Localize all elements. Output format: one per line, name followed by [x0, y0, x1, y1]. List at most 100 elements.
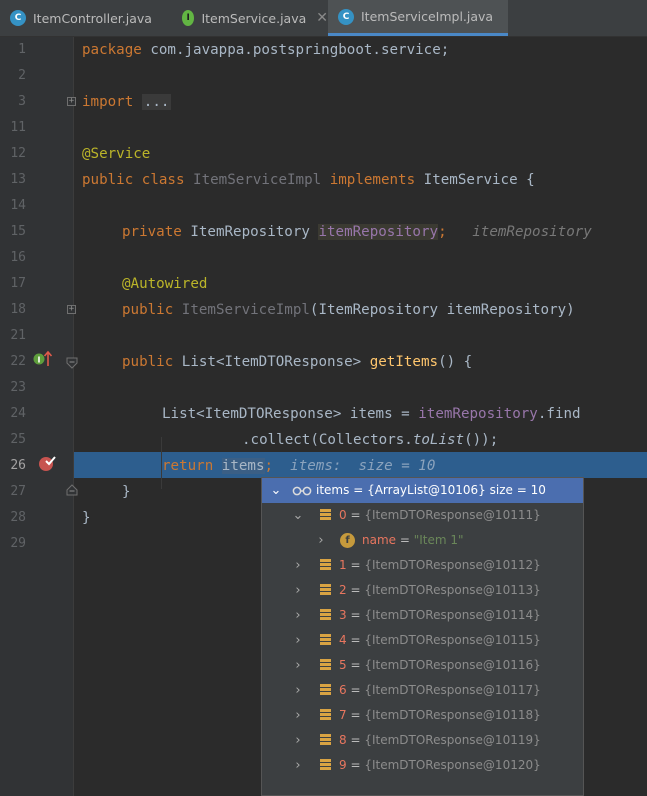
- chevron-right-icon[interactable]: ›: [292, 703, 304, 728]
- close-icon[interactable]: ✕: [316, 10, 328, 26]
- element-value: {ItemDTOResponse@10114}: [364, 608, 541, 622]
- code-line-17: @Autowired: [122, 271, 207, 297]
- chevron-right-icon[interactable]: ›: [292, 678, 304, 703]
- chevron-right-icon[interactable]: ›: [292, 578, 304, 603]
- closing-parens: ());: [464, 432, 499, 448]
- element-index: 1: [339, 558, 347, 572]
- element-value: {ItemDTOResponse@10111}: [364, 508, 541, 522]
- element-value: {ItemDTOResponse@10117}: [364, 683, 541, 697]
- array-element-icon: [320, 509, 331, 522]
- debugger-value-popup[interactable]: ⌄ items = {ArrayList@10106} size = 10 ⌄ …: [261, 477, 584, 796]
- line-number-current: 26: [10, 458, 26, 473]
- code-line-26: return items; items: size = 10: [162, 453, 435, 479]
- tree-node[interactable]: › 8 = {ItemDTOResponse@10119}: [262, 728, 583, 753]
- line-number: 15: [10, 224, 26, 239]
- element-index: 3: [339, 608, 347, 622]
- keyword: private: [122, 224, 191, 240]
- line-number: 14: [10, 198, 26, 213]
- line-number: 21: [10, 328, 26, 343]
- variable-name: items: [316, 483, 350, 497]
- line-number: 3: [18, 94, 26, 109]
- method-params: () {: [438, 354, 473, 370]
- code-line-22: public List<ItemDTOResponse> getItems() …: [122, 349, 472, 375]
- field-name: itemRepository: [318, 224, 439, 240]
- line-number: 12: [10, 146, 26, 161]
- code-line-25: .collect(Collectors.toList());: [242, 427, 498, 453]
- chevron-right-icon[interactable]: ›: [292, 653, 304, 678]
- keyword: return: [162, 458, 222, 474]
- line-number: 1: [18, 42, 26, 57]
- tree-node[interactable]: › 7 = {ItemDTOResponse@10118}: [262, 703, 583, 728]
- closing-brace: }: [82, 510, 91, 526]
- array-element-icon: [320, 559, 331, 572]
- chevron-down-icon[interactable]: ⌄: [292, 503, 304, 528]
- element-value: {ItemDTOResponse@10112}: [364, 558, 541, 572]
- method-call: .find: [537, 406, 581, 422]
- keyword: public: [122, 302, 182, 318]
- variable-name: items: [349, 406, 393, 422]
- tree-node[interactable]: › 3 = {ItemDTOResponse@10114}: [262, 603, 583, 628]
- inline-value-hint: items: size = 10: [290, 458, 436, 474]
- return-type: List<ItemDTOResponse>: [181, 354, 370, 370]
- code-line-13: public class ItemServiceImpl implements …: [82, 167, 535, 193]
- tree-node[interactable]: › 9 = {ItemDTOResponse@10120}: [262, 753, 583, 778]
- variable-name: items: [221, 458, 265, 474]
- line-number: 17: [10, 276, 26, 291]
- chevron-right-icon[interactable]: ›: [292, 728, 304, 753]
- breakpoint-icon[interactable]: [37, 453, 57, 473]
- chevron-right-icon[interactable]: ›: [315, 528, 327, 553]
- class-name: ItemServiceImpl: [193, 172, 322, 188]
- element-value: {ItemDTOResponse@10115}: [364, 633, 541, 647]
- tree-node[interactable]: › 2 = {ItemDTOResponse@10113}: [262, 578, 583, 603]
- line-number: 18: [10, 302, 26, 317]
- chevron-down-icon[interactable]: ⌄: [270, 478, 282, 503]
- array-element-icon: [320, 634, 331, 647]
- element-index: 5: [339, 658, 347, 672]
- interface-name: ItemService {: [423, 172, 535, 188]
- constructor-name: ItemServiceImpl: [181, 302, 310, 318]
- code-line-15: private ItemRepository itemRepository; i…: [122, 219, 592, 245]
- editor-tab-bar: C ItemController.java I ItemService.java…: [0, 0, 647, 37]
- svg-text:I: I: [38, 356, 41, 365]
- element-value: {ItemDTOResponse@10120}: [364, 758, 541, 772]
- element-value: {ItemDTOResponse@10113}: [364, 583, 541, 597]
- tab-item-controller[interactable]: C ItemController.java: [0, 0, 172, 36]
- type-name: List<ItemDTOResponse>: [162, 406, 350, 422]
- tree-field-row[interactable]: › f name = "Item 1": [262, 528, 583, 553]
- code-line-24: List<ItemDTOResponse> items = itemReposi…: [162, 401, 581, 427]
- folded-imports[interactable]: ...: [141, 94, 172, 110]
- operator: =: [392, 406, 419, 422]
- element-index: 2: [339, 583, 347, 597]
- line-number: 27: [10, 484, 26, 499]
- keyword: public: [122, 354, 182, 370]
- chevron-right-icon[interactable]: ›: [292, 603, 304, 628]
- code-line-27: }: [122, 479, 131, 505]
- tree-node[interactable]: › 6 = {ItemDTOResponse@10117}: [262, 678, 583, 703]
- tree-node[interactable]: › 1 = {ItemDTOResponse@10112}: [262, 553, 583, 578]
- element-value: {ItemDTOResponse@10116}: [364, 658, 541, 672]
- tab-label: ItemService.java: [201, 10, 307, 26]
- chevron-right-icon[interactable]: ›: [292, 628, 304, 653]
- line-number: 2: [18, 68, 26, 83]
- constructor-params: (ItemRepository itemRepository): [309, 302, 575, 318]
- tab-item-service[interactable]: I ItemService.java ✕: [172, 0, 328, 36]
- tab-item-service-impl[interactable]: C ItemServiceImpl.java: [328, 0, 508, 36]
- line-number: 16: [10, 250, 26, 265]
- chevron-right-icon[interactable]: ›: [292, 753, 304, 778]
- implements-method-icon[interactable]: I: [33, 350, 53, 368]
- line-number: 11: [10, 120, 26, 135]
- tree-node[interactable]: › 5 = {ItemDTOResponse@10116}: [262, 653, 583, 678]
- tree-root-items[interactable]: ⌄ items = {ArrayList@10106} size = 10: [262, 478, 583, 503]
- editor-gutter: 1 2 3 11 12 13 14 15 16 17 18 21 22 23 2…: [0, 37, 78, 796]
- element-value: {ItemDTOResponse@10119}: [364, 733, 541, 747]
- element-value: {ItemDTOResponse@10118}: [364, 708, 541, 722]
- array-element-icon: [320, 584, 331, 597]
- semicolon: ;: [438, 224, 447, 240]
- tree-node-expanded[interactable]: ⌄ 0 = {ItemDTOResponse@10111}: [262, 503, 583, 528]
- class-icon: C: [10, 10, 26, 26]
- element-index: 6: [339, 683, 347, 697]
- code-line-12: @Service: [82, 141, 150, 167]
- chevron-right-icon[interactable]: ›: [292, 553, 304, 578]
- tree-node[interactable]: › 4 = {ItemDTOResponse@10115}: [262, 628, 583, 653]
- annotation: @Service: [82, 146, 151, 162]
